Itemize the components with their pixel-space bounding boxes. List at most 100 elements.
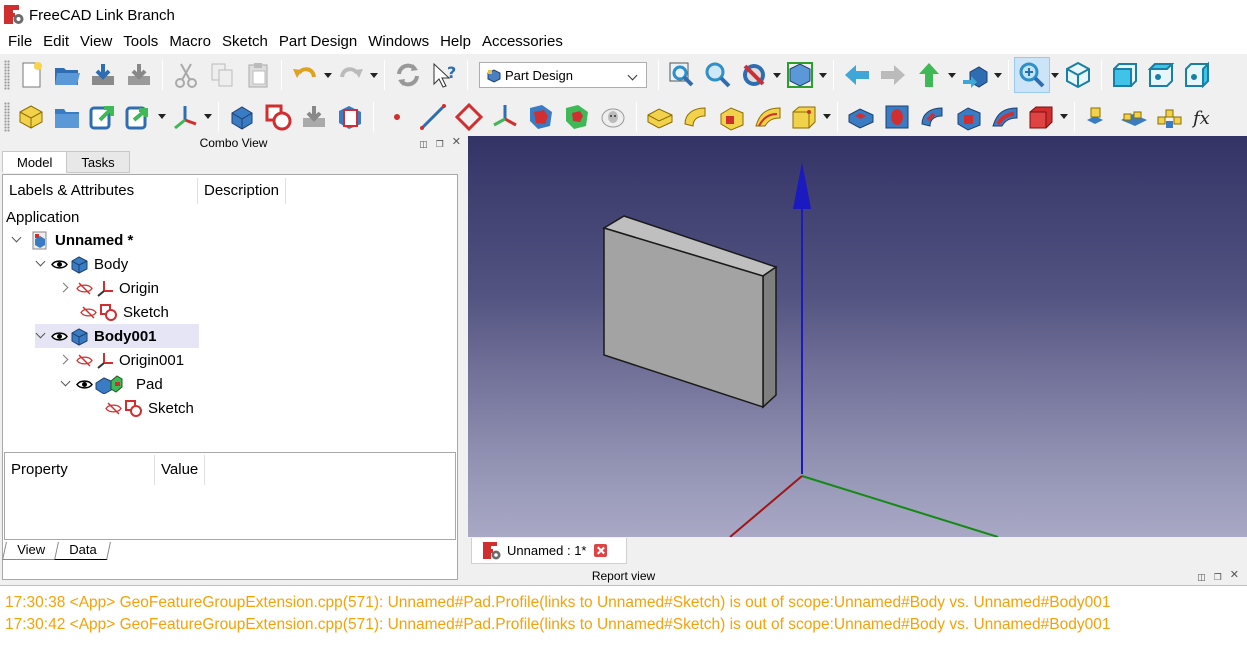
tree-item-sketch[interactable]: Sketch [76, 300, 169, 324]
undo-dropdown[interactable] [323, 57, 333, 93]
fit-selection-button[interactable] [700, 57, 736, 93]
make-link-button[interactable] [85, 99, 121, 135]
close-icon[interactable] [593, 544, 607, 557]
menu-accessories[interactable]: Accessories [477, 30, 568, 54]
zoom-button[interactable] [1014, 57, 1050, 93]
menu-sketch[interactable]: Sketch [217, 30, 273, 54]
workbench-view-button[interactable] [957, 57, 993, 93]
pocket-button[interactable] [843, 99, 879, 135]
fit-all-button[interactable] [664, 57, 700, 93]
subtractive-pipe-button[interactable] [987, 99, 1023, 135]
panel-undock-icon[interactable]: ◫ [419, 137, 428, 151]
create-lcs-button[interactable] [167, 99, 203, 135]
workbench-selector[interactable]: Part Design [479, 62, 647, 88]
chevron-down-icon[interactable] [11, 234, 23, 246]
tree-item-body[interactable]: Body [35, 252, 128, 276]
panel-close-icon[interactable]: ✕ [1230, 568, 1239, 584]
clone-button[interactable] [595, 99, 631, 135]
forward-button[interactable] [875, 57, 911, 93]
map-sketch-button[interactable] [332, 99, 368, 135]
pad-button[interactable] [642, 99, 678, 135]
3d-viewport[interactable] [468, 136, 1247, 537]
sub-shape-binder-button[interactable] [559, 99, 595, 135]
make-sub-link-button[interactable] [121, 99, 157, 135]
chevron-down-icon[interactable] [35, 258, 47, 270]
isometric-view-button[interactable] [1060, 57, 1096, 93]
bounding-box-button[interactable] [782, 57, 818, 93]
document-tab-unnamed[interactable]: Unnamed : 1* [471, 538, 627, 564]
additive-pipe-button[interactable] [750, 99, 786, 135]
property-editor[interactable]: Property Value [4, 452, 456, 540]
paste-button[interactable] [240, 57, 276, 93]
tree-item-pad-sketch[interactable]: Sketch [101, 396, 194, 420]
menu-view[interactable]: View [75, 30, 117, 54]
menu-help[interactable]: Help [435, 30, 476, 54]
undo-button[interactable] [287, 57, 323, 93]
subtractive-primitive-dropdown[interactable] [1059, 99, 1069, 135]
zoom-dropdown[interactable] [1050, 57, 1060, 93]
tree-item-origin001[interactable]: Origin001 [60, 348, 184, 372]
local-cs-button[interactable] [487, 99, 523, 135]
refresh-button[interactable] [390, 57, 426, 93]
eye-icon[interactable] [51, 256, 68, 273]
right-view-button[interactable] [1179, 57, 1215, 93]
panel-close-icon[interactable]: ✕ [452, 135, 461, 151]
tree-item-body001[interactable]: Body001 [35, 324, 199, 348]
redo-dropdown[interactable] [369, 57, 379, 93]
front-view-button[interactable] [1107, 57, 1143, 93]
additive-primitive-dropdown[interactable] [822, 99, 832, 135]
datum-line-button[interactable] [415, 99, 451, 135]
draw-style-dropdown[interactable] [772, 57, 782, 93]
column-labels-attributes[interactable]: Labels & Attributes [3, 178, 198, 204]
revolution-button[interactable] [678, 99, 714, 135]
up-dropdown[interactable] [947, 57, 957, 93]
chevron-right-icon[interactable] [60, 354, 72, 366]
hole-button[interactable] [879, 99, 915, 135]
save-button[interactable] [85, 57, 121, 93]
panel-float-icon[interactable]: ❐ [436, 137, 444, 151]
subtractive-loft-button[interactable] [951, 99, 987, 135]
create-part-button[interactable] [13, 99, 49, 135]
additive-loft-button[interactable] [714, 99, 750, 135]
create-sketch-button[interactable] [260, 99, 296, 135]
new-button[interactable] [13, 57, 49, 93]
linear-pattern-button[interactable] [1116, 99, 1152, 135]
tree-item-origin[interactable]: Origin [60, 276, 159, 300]
validate-sketch-button[interactable] [296, 99, 332, 135]
cut-button[interactable] [168, 57, 204, 93]
bounding-box-dropdown[interactable] [818, 57, 828, 93]
polar-pattern-button[interactable] [1152, 99, 1188, 135]
panel-float-icon[interactable]: ❐ [1214, 570, 1222, 584]
mirrored-button[interactable] [1080, 99, 1116, 135]
menu-part-design[interactable]: Part Design [274, 30, 362, 54]
tree-item-unnamed[interactable]: Unnamed * [11, 228, 133, 252]
report-view[interactable]: 17:30:38 <App> GeoFeatureGroupExtension.… [0, 585, 1247, 645]
chevron-down-icon[interactable] [60, 378, 72, 390]
eye-icon[interactable] [51, 328, 68, 345]
lcs-dropdown[interactable] [203, 99, 213, 135]
tab-view[interactable]: View [2, 542, 60, 560]
menu-edit[interactable]: Edit [38, 30, 74, 54]
tree-item-pad[interactable]: Pad [60, 372, 163, 396]
shape-binder-button[interactable] [523, 99, 559, 135]
column-value[interactable]: Value [155, 455, 206, 485]
create-body-button[interactable] [224, 99, 260, 135]
chevron-right-icon[interactable] [60, 282, 72, 294]
additive-primitive-button[interactable] [786, 99, 822, 135]
tab-data[interactable]: Data [54, 542, 112, 560]
toolbar-grip[interactable] [4, 60, 10, 90]
redo-button[interactable] [333, 57, 369, 93]
whats-this-button[interactable]: ? [426, 57, 462, 93]
multi-transform-button[interactable]: fx [1188, 99, 1224, 135]
subtractive-primitive-button[interactable] [1023, 99, 1059, 135]
menu-windows[interactable]: Windows [363, 30, 434, 54]
tab-tasks[interactable]: Tasks [66, 151, 130, 173]
eye-hidden-icon[interactable] [76, 352, 93, 369]
eye-hidden-icon[interactable] [76, 280, 93, 297]
menu-file[interactable]: File [3, 30, 37, 54]
column-description[interactable]: Description [198, 178, 287, 204]
datum-point-button[interactable] [379, 99, 415, 135]
chevron-down-icon[interactable] [35, 330, 47, 342]
draw-style-button[interactable] [736, 57, 772, 93]
create-group-button[interactable] [49, 99, 85, 135]
